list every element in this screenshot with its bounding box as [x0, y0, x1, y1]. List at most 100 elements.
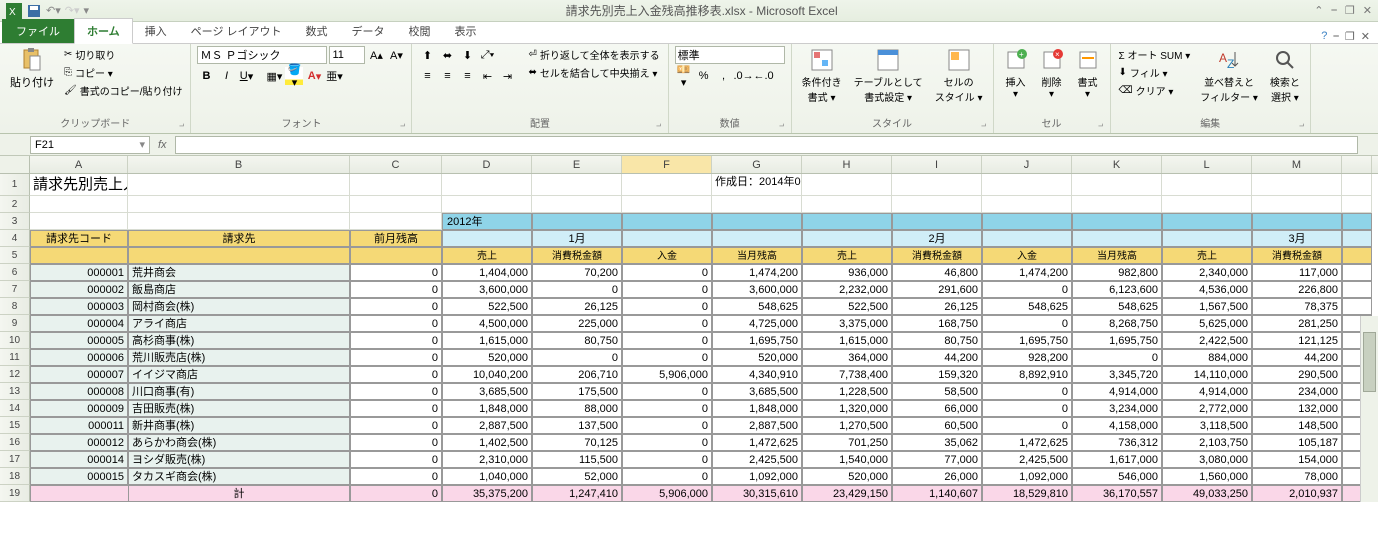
cell[interactable] — [128, 196, 350, 213]
cell[interactable] — [802, 196, 892, 213]
cell[interactable]: 80,750 — [532, 332, 622, 349]
cell[interactable] — [1252, 174, 1342, 196]
percent-button[interactable]: % — [695, 67, 713, 85]
cell[interactable]: 計 — [128, 485, 350, 502]
restore-button[interactable]: ❐ — [1345, 4, 1355, 17]
cell[interactable] — [1342, 213, 1372, 230]
cell[interactable]: 2,887,500 — [712, 417, 802, 434]
tab-formula[interactable]: 数式 — [294, 19, 340, 43]
help-icon[interactable]: ? — [1321, 30, 1327, 43]
cell[interactable]: 請求先 — [128, 230, 350, 247]
cell[interactable]: 1,474,200 — [982, 264, 1072, 281]
cell[interactable]: 1,695,750 — [982, 332, 1072, 349]
cell[interactable]: 49,033,250 — [1162, 485, 1252, 502]
cell[interactable] — [1072, 230, 1162, 247]
save-icon[interactable] — [26, 3, 42, 19]
cell[interactable]: 1月 — [532, 230, 622, 247]
row-header[interactable]: 7 — [0, 281, 30, 298]
cell[interactable]: 10,040,200 — [442, 366, 532, 383]
row-header[interactable]: 16 — [0, 434, 30, 451]
delete-cells-button[interactable]: ×削除 ▾ — [1036, 46, 1068, 102]
cell[interactable] — [30, 247, 128, 264]
cell[interactable] — [712, 213, 802, 230]
cell[interactable]: 2,425,500 — [712, 451, 802, 468]
row-header[interactable]: 12 — [0, 366, 30, 383]
cell[interactable] — [350, 196, 442, 213]
cell[interactable]: 1,092,000 — [712, 468, 802, 485]
cell[interactable]: 0 — [532, 281, 622, 298]
cell[interactable]: 4,500,000 — [442, 315, 532, 332]
doc-close-icon[interactable]: ✕ — [1361, 30, 1370, 43]
bold-button[interactable]: B — [197, 67, 215, 85]
cell[interactable]: 8,892,910 — [982, 366, 1072, 383]
cell[interactable]: 70,125 — [532, 434, 622, 451]
cell[interactable]: 000008 — [30, 383, 128, 400]
grow-font-button[interactable]: A▴ — [367, 46, 385, 64]
fill-color-button[interactable]: 🪣▾ — [285, 67, 303, 85]
cell[interactable] — [622, 196, 712, 213]
cell[interactable]: 35,375,200 — [442, 485, 532, 502]
inc-decimal-button[interactable]: .0→ — [735, 67, 753, 85]
cell[interactable]: 2012年 — [442, 213, 532, 230]
cell[interactable]: 3月 — [1252, 230, 1342, 247]
cell[interactable]: 132,000 — [1252, 400, 1342, 417]
cell[interactable]: 3,345,720 — [1072, 366, 1162, 383]
cell[interactable]: 1,270,500 — [802, 417, 892, 434]
cell[interactable]: 1,472,625 — [982, 434, 1072, 451]
copy-button[interactable]: ⎘コピー ▾ — [62, 64, 184, 81]
cell[interactable] — [802, 174, 892, 196]
cell[interactable]: 121,125 — [1252, 332, 1342, 349]
cell[interactable]: 0 — [350, 485, 442, 502]
phonetic-button[interactable]: 亜▾ — [325, 67, 343, 85]
cell[interactable]: 飯島商店 — [128, 281, 350, 298]
cell[interactable]: 0 — [350, 400, 442, 417]
align-left-button[interactable]: ≡ — [418, 67, 436, 85]
cell[interactable]: 1,615,000 — [442, 332, 532, 349]
cell[interactable]: 364,000 — [802, 349, 892, 366]
cell[interactable]: 66,000 — [892, 400, 982, 417]
format-cells-button[interactable]: 書式 ▾ — [1072, 46, 1104, 102]
cell[interactable]: 928,200 — [982, 349, 1072, 366]
cell[interactable]: 26,000 — [892, 468, 982, 485]
cell[interactable]: 0 — [350, 264, 442, 281]
align-top-button[interactable]: ⬆ — [418, 46, 436, 64]
cell[interactable]: 1,228,500 — [802, 383, 892, 400]
cell[interactable]: 1,040,000 — [442, 468, 532, 485]
cell[interactable]: 000004 — [30, 315, 128, 332]
cell[interactable]: 0 — [532, 349, 622, 366]
chevron-down-icon[interactable]: ▾ — [139, 138, 145, 151]
cell[interactable] — [802, 230, 892, 247]
cell[interactable]: 岡村商会(株) — [128, 298, 350, 315]
cell[interactable]: 1,695,750 — [1072, 332, 1162, 349]
cell[interactable]: 1,092,000 — [982, 468, 1072, 485]
cell[interactable]: 4,340,910 — [712, 366, 802, 383]
row-header[interactable]: 5 — [0, 247, 30, 264]
cell[interactable]: 荒川販売店(株) — [128, 349, 350, 366]
cell[interactable]: 2月 — [892, 230, 982, 247]
cell[interactable] — [1162, 174, 1252, 196]
cell[interactable] — [128, 247, 350, 264]
cell[interactable]: 0 — [350, 468, 442, 485]
cell[interactable]: 30,315,610 — [712, 485, 802, 502]
cell[interactable]: 1,560,000 — [1162, 468, 1252, 485]
cell[interactable]: 982,800 — [1072, 264, 1162, 281]
cell[interactable]: 0 — [622, 281, 712, 298]
cell[interactable]: 0 — [982, 383, 1072, 400]
cell[interactable]: 548,625 — [982, 298, 1072, 315]
cell[interactable]: 作成日：2014年08月08日 — [712, 174, 802, 196]
cell[interactable]: 000006 — [30, 349, 128, 366]
cell[interactable] — [982, 196, 1072, 213]
row-header[interactable]: 1 — [0, 174, 30, 196]
cell[interactable]: 2,340,000 — [1162, 264, 1252, 281]
cell[interactable]: 3,685,500 — [712, 383, 802, 400]
cell[interactable]: 117,000 — [1252, 264, 1342, 281]
cell[interactable]: 1,404,000 — [442, 264, 532, 281]
cell[interactable]: 0 — [622, 332, 712, 349]
row-header[interactable]: 9 — [0, 315, 30, 332]
cell[interactable]: 5,906,000 — [622, 485, 712, 502]
cell[interactable]: 1,848,000 — [712, 400, 802, 417]
row-header[interactable]: 6 — [0, 264, 30, 281]
find-select-button[interactable]: 検索と 選択 ▾ — [1266, 46, 1304, 106]
cell[interactable]: 2,310,000 — [442, 451, 532, 468]
cell[interactable]: 当月残高 — [1072, 247, 1162, 264]
